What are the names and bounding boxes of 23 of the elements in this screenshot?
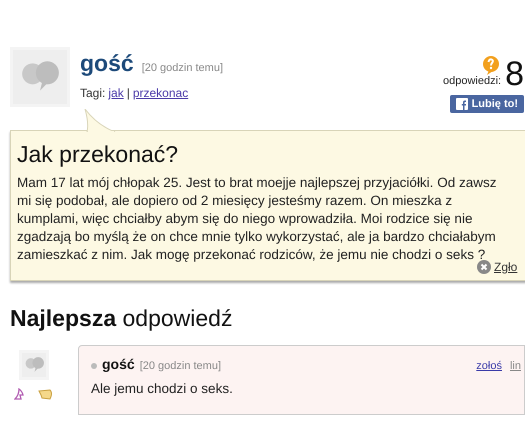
answers-label: odpowiedzi: (442, 75, 502, 87)
logo-icon (24, 356, 44, 374)
question-body: Mam 17 lat mój chłopak 25. Jest to brat moejje najlepszej przyjaciółki. Od zawsz mi się podobał, ale dopiero od 2 miesięcy jesteśmy razem. On mieszka z kumplami, więc chciałby abym się do niego wprowadziła. Moi rodzice się nie zgadzają bo myślą że on chce mnie tylko wykorzystać, ale ja bardzo chciałabym zamieszkać z nim. Jak mogę przekonać rodziców, że jemu nie chodzi o seks ? (17, 174, 498, 262)
like-button[interactable]: Lubię to! (450, 95, 524, 113)
answer-link[interactable]: zołoś (476, 360, 502, 372)
facebook-icon (456, 98, 468, 110)
question-title: Jak przekonać? (17, 141, 180, 168)
section-heading: Najlepsza odpowiedź (10, 305, 234, 332)
question-icon (481, 55, 502, 75)
hand-icon[interactable] (38, 388, 54, 400)
answer-time: [20 godzin temu] (140, 360, 222, 372)
author-name[interactable]: gość (80, 50, 134, 77)
answer-author[interactable]: gość (102, 356, 135, 372)
post-time: [20 godzin temu] (142, 62, 224, 74)
tags-label: Tagi: (80, 86, 106, 100)
tag-separator: | (126, 86, 130, 100)
bullet-icon (91, 363, 97, 369)
answers-count: 8 (505, 57, 524, 91)
close-icon (477, 260, 491, 274)
tag-link[interactable]: przekonac (132, 86, 188, 100)
tag-link[interactable]: jak (108, 86, 124, 100)
answer-body: Ale jemu chodzi o seks. (91, 381, 234, 396)
report-link[interactable]: Zgło (494, 260, 518, 274)
